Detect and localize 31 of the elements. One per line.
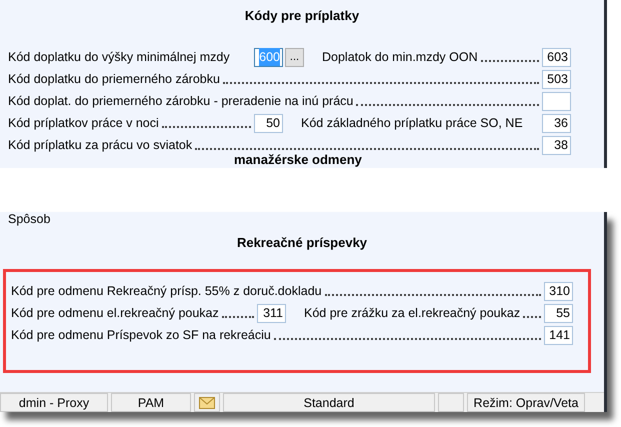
field-label: Kód doplatku do výšky minimálnej mzdy — [8, 48, 230, 66]
envelope-icon[interactable] — [199, 396, 215, 408]
field-label: Kód príplatku za prácu vo sviatok — [8, 136, 192, 154]
input-field[interactable]: 50 — [254, 114, 283, 132]
field-label: Kód príplatkov práce v noci — [8, 114, 159, 132]
input-field[interactable]: 310 — [544, 282, 573, 300]
field-label: Kód doplat. do priemerného zárobku - preradenie na inú prácu — [8, 92, 354, 110]
status-text: Standard — [223, 393, 435, 412]
input-field[interactable]: 38 — [542, 136, 571, 154]
field-label: Kód základného príplatku práce SO, NE — [301, 114, 523, 132]
input-field[interactable]: 141 — [544, 326, 573, 344]
section-title: Kódy pre príplatky — [244, 7, 360, 25]
browse-button[interactable]: ... — [285, 48, 304, 66]
status-text: Režim: Oprav/Veta — [467, 393, 585, 412]
input-field[interactable]: 36 — [542, 114, 571, 132]
input-field[interactable]: 503 — [542, 70, 571, 88]
status-text: PAM — [111, 393, 191, 412]
field-label-fragment: Spôsob — [7, 212, 52, 227]
field-label: Kód pre zrážku za el.rekreačný poukaz — [304, 304, 520, 322]
field-label: Kód pre odmenu Rekreačný prísp. 55% z doruč.dokladu — [11, 282, 322, 300]
status-text: dmin - Proxy — [0, 393, 108, 412]
field-label: Kód doplatku do priemerného zárobku — [8, 70, 220, 88]
field-label: Kód pre odmenu Príspevok zo SF na rekreáciu — [11, 326, 271, 344]
input-field[interactable]: 311 — [257, 304, 286, 322]
section-title-fragment: manažérske odmeny — [234, 152, 362, 167]
input-field[interactable] — [542, 92, 571, 110]
input-field[interactable]: 603 — [542, 48, 571, 66]
input-field[interactable]: 55 — [544, 304, 573, 322]
field-label: Doplatok do min.mzdy OON — [322, 48, 478, 66]
field-label: Kód pre odmenu el.rekreačný poukaz — [11, 304, 219, 322]
section-title: Rekreačné príspevky — [236, 234, 368, 252]
